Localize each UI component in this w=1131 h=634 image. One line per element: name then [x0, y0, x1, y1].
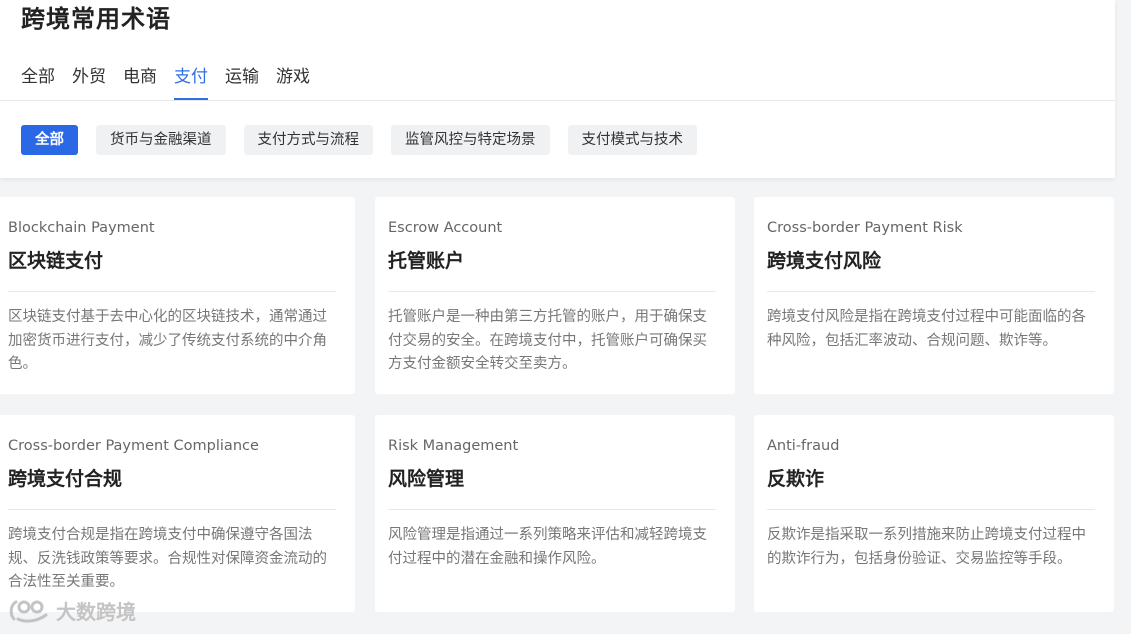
term-chinese-name: 跨境支付风险 [767, 250, 882, 272]
tab-ecommerce[interactable]: 电商 [123, 64, 157, 101]
card-divider [767, 509, 1095, 510]
card-divider [8, 291, 336, 292]
filter-chip-regulation-risk[interactable]: 监管风控与特定场景 [391, 125, 550, 155]
filter-chip-payment-methods[interactable]: 支付方式与流程 [243, 125, 373, 155]
tabs-divider [0, 100, 1115, 101]
term-description: 托管账户是一种由第三方托管的账户，用于确保支付交易的安全。在跨境支付中，托管账户… [388, 309, 707, 372]
card-divider [767, 291, 1095, 292]
term-chinese-name: 反欺诈 [767, 468, 825, 490]
term-description: 跨境支付风险是指在跨境支付过程中可能面临的各种风险，包括汇率波动、合规问题、欺诈… [767, 309, 1086, 349]
term-description: 反欺诈是指采取一系列措施来防止跨境支付过程中的欺诈行为，包括身份验证、交易监控等… [767, 527, 1086, 567]
filter-chip-all[interactable]: 全部 [21, 125, 78, 155]
header-panel: 跨境常用术语 全部 外贸 电商 支付 运输 游戏 全部 货币与金融渠道 支付方式… [0, 0, 1115, 178]
term-description: 跨境支付合规是指在跨境支付中确保遵守各国法规、反洗钱政策等要求。合规性对保障资金… [8, 527, 327, 590]
term-english-name: Anti-fraud [767, 438, 840, 454]
filter-chip-currency-channels[interactable]: 货币与金融渠道 [96, 125, 226, 155]
brand-logo-icon [9, 600, 48, 623]
card-divider [8, 509, 336, 510]
card-divider [388, 291, 716, 292]
term-chinese-name: 区块链支付 [8, 250, 104, 272]
watermark: 大数跨境 [8, 596, 136, 625]
card-divider [388, 509, 716, 510]
term-english-name: Risk Management [388, 438, 519, 454]
term-description: 区块链支付基于去中心化的区块链技术，通常通过加密货币进行支付，减少了传统支付系统… [8, 309, 327, 372]
tab-foreign-trade[interactable]: 外贸 [72, 64, 106, 101]
filter-chip-payment-models[interactable]: 支付模式与技术 [567, 125, 697, 155]
term-english-name: Cross-border Payment Compliance [8, 438, 259, 454]
term-chinese-name: 风险管理 [388, 468, 465, 490]
term-english-name: Cross-border Payment Risk [767, 220, 963, 236]
term-card-risk-management[interactable]: Risk Management 风险管理 风险管理是指通过一系列策略来评估和减轻… [375, 415, 735, 612]
term-chinese-name: 托管账户 [388, 250, 465, 272]
term-card-anti-fraud[interactable]: Anti-fraud 反欺诈 反欺诈是指采取一系列措施来防止跨境支付过程中的欺诈… [754, 415, 1114, 612]
page-title: 跨境常用术语 [21, 5, 171, 33]
term-card-escrow-account[interactable]: Escrow Account 托管账户 托管账户是一种由第三方托管的账户，用于确… [375, 197, 735, 394]
tab-shipping[interactable]: 运输 [225, 64, 259, 101]
tab-all[interactable]: 全部 [21, 64, 55, 101]
tab-games[interactable]: 游戏 [276, 64, 310, 101]
term-english-name: Escrow Account [388, 220, 503, 236]
watermark-text: 大数跨境 [56, 600, 136, 624]
term-card-cross-border-payment-risk[interactable]: Cross-border Payment Risk 跨境支付风险 跨境支付风险是… [754, 197, 1114, 394]
term-english-name: Blockchain Payment [8, 220, 155, 236]
term-description: 风险管理是指通过一系列策略来评估和减轻跨境支付过程中的潜在金融和操作风险。 [388, 527, 707, 567]
tab-payment[interactable]: 支付 [174, 64, 208, 101]
term-card-blockchain-payment[interactable]: Blockchain Payment 区块链支付 区块链支付基于去中心化的区块链… [0, 197, 355, 394]
subcategory-filters: 全部 货币与金融渠道 支付方式与流程 监管风控与特定场景 支付模式与技术 [21, 125, 715, 155]
term-chinese-name: 跨境支付合规 [8, 468, 123, 490]
term-card-cross-border-payment-compliance[interactable]: Cross-border Payment Compliance 跨境支付合规 跨… [0, 415, 355, 612]
category-tabs: 全部 外贸 电商 支付 运输 游戏 [21, 64, 327, 101]
